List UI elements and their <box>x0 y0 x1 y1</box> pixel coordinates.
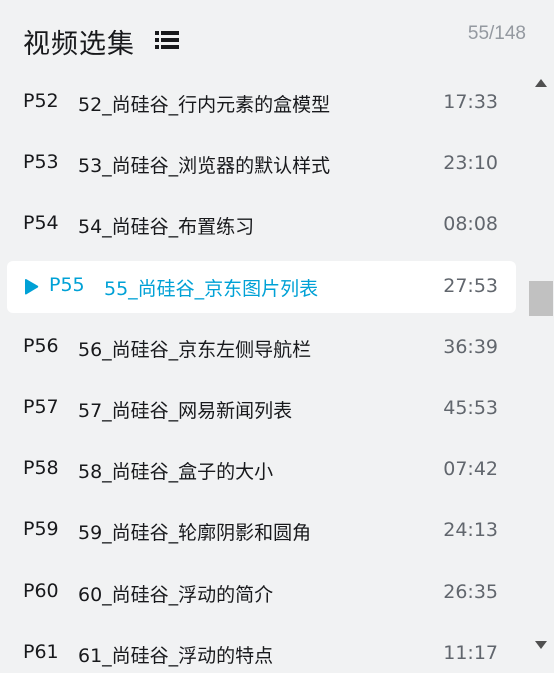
episode-duration: 26:35 <box>443 580 498 603</box>
episode-page-number: P55 <box>49 273 85 296</box>
episode-item[interactable]: P59 59_尚硅谷_轮廓阴影和圆角 24:13 <box>7 505 516 557</box>
episode-page-number: P61 <box>23 640 59 663</box>
episode-count: 55/148 <box>467 23 526 44</box>
episode-title: 52_尚硅谷_行内元素的盒模型 <box>78 94 331 116</box>
episode-title: 60_尚硅谷_浮动的简介 <box>78 583 274 606</box>
episode-title: 58_尚硅谷_盒子的大小 <box>78 461 274 484</box>
episode-title: 61_尚硅谷_浮动的特点 <box>78 644 274 667</box>
panel-title: 视频选集 <box>23 29 135 60</box>
episode-item[interactable]: P54 54_尚硅谷_布置练习 08:08 <box>7 199 516 251</box>
episode-item[interactable]: P58 58_尚硅谷_盒子的大小 07:42 <box>7 444 516 496</box>
episode-page-number: P59 <box>23 518 59 541</box>
episode-item[interactable]: P56 56_尚硅谷_京东左侧导航栏 36:39 <box>7 322 516 374</box>
episode-duration: 17:33 <box>443 91 498 113</box>
episode-duration: 08:08 <box>443 213 498 236</box>
episode-item[interactable]: P57 57_尚硅谷_网易新闻列表 45:53 <box>7 383 516 435</box>
episode-page-number: P53 <box>23 151 59 174</box>
video-episode-panel: 视频选集 55/148 P52 52_尚硅谷_行内元素的盒模型 17:33 P53 53… <box>0 0 554 673</box>
episode-duration: 11:17 <box>443 641 498 664</box>
episode-title: 59_尚硅谷_轮廓阴影和圆角 <box>78 522 312 545</box>
arrow-up-icon[interactable] <box>534 78 548 88</box>
episode-page-number: P54 <box>23 212 59 235</box>
episode-title: 55_尚硅谷_京东图片列表 <box>104 277 319 300</box>
episode-item-active[interactable]: P55 55_尚硅谷_京东图片列表 27:53 <box>7 260 516 313</box>
panel-header: 视频选集 55/148 <box>0 0 554 72</box>
episode-duration: 24:13 <box>443 519 498 542</box>
episode-title: 56_尚硅谷_京东左侧导航栏 <box>78 338 312 361</box>
episode-duration: 07:42 <box>443 458 498 481</box>
scroll-thumb[interactable] <box>529 281 553 316</box>
episode-item[interactable]: P52 52_尚硅谷_行内元素的盒模型 17:33 <box>7 77 516 129</box>
list-icon[interactable] <box>155 30 179 50</box>
episode-title: 57_尚硅谷_网易新闻列表 <box>78 400 293 422</box>
episode-duration: 45:53 <box>443 397 498 419</box>
episode-page-number: P56 <box>23 334 59 357</box>
scrollbar[interactable] <box>528 72 554 673</box>
episode-title: 54_尚硅谷_布置练习 <box>78 216 255 239</box>
episode-duration: 36:39 <box>443 335 498 358</box>
episode-item[interactable]: P61 61_尚硅谷_浮动的特点 11:17 <box>7 628 516 673</box>
episode-list[interactable]: P52 52_尚硅谷_行内元素的盒模型 17:33 P53 53_尚硅谷_浏览器的默认样… <box>0 72 528 673</box>
play-indicator-icon <box>25 278 39 295</box>
episode-duration: 27:53 <box>443 274 498 297</box>
arrow-down-icon[interactable] <box>534 640 548 650</box>
episode-page-number: P58 <box>23 457 59 480</box>
episode-page-number: P60 <box>23 579 59 602</box>
episode-page-number: P52 <box>23 90 59 112</box>
episode-item[interactable]: P60 60_尚硅谷_浮动的简介 26:35 <box>7 567 516 619</box>
episode-title: 53_尚硅谷_浏览器的默认样式 <box>78 155 331 178</box>
episode-duration: 23:10 <box>443 152 498 175</box>
episode-item[interactable]: P53 53_尚硅谷_浏览器的默认样式 23:10 <box>7 138 516 190</box>
episode-page-number: P57 <box>23 396 59 418</box>
